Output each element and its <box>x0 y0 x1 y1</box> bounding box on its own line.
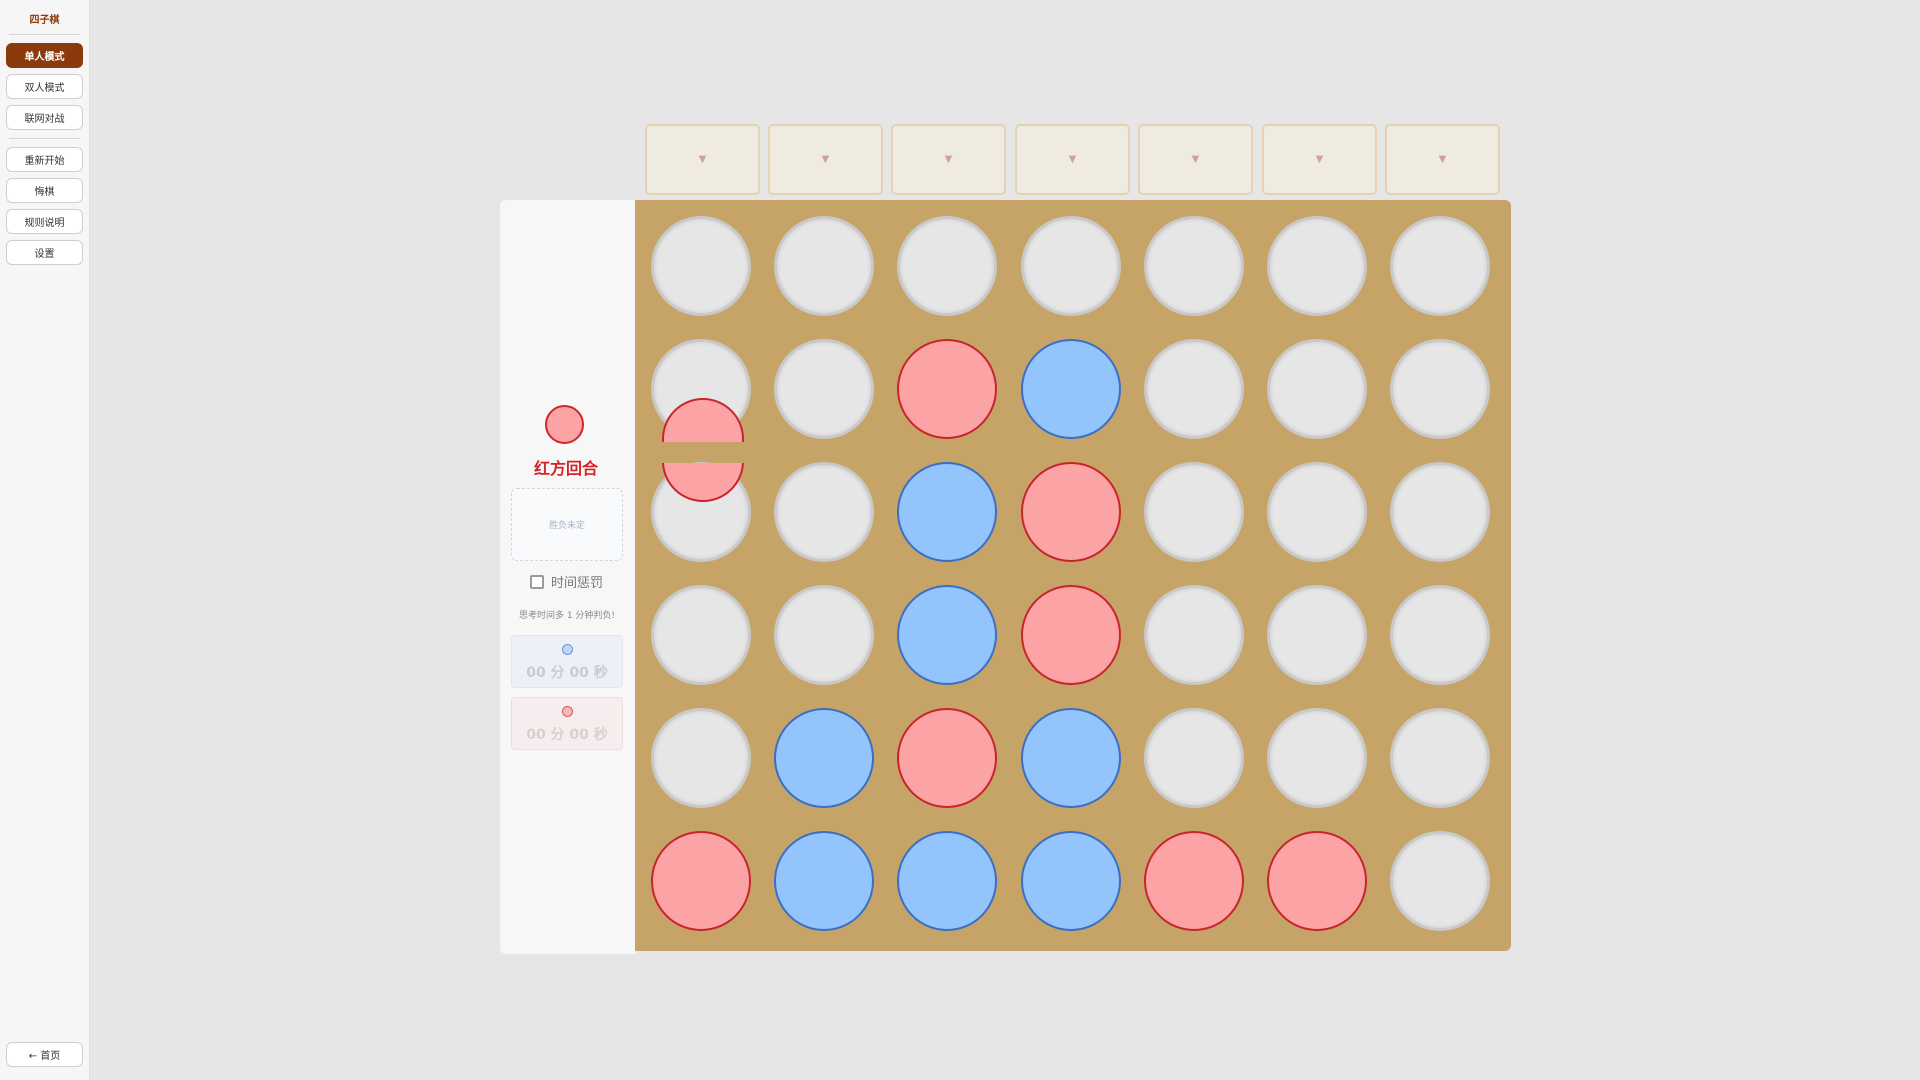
board-cell-r4-c2-empty[interactable] <box>774 585 874 685</box>
game-result-text: 胜负未定 <box>548 521 585 531</box>
board-cell-r6-c3-blue-disc[interactable] <box>897 831 997 931</box>
single-player-mode-button[interactable]: 单人模式 <box>6 43 83 68</box>
drop-column-6-button[interactable]: ▼ <box>1262 124 1377 195</box>
board-cell-r5-c4-blue-disc[interactable] <box>1021 708 1121 808</box>
blue-player-dot <box>562 644 573 655</box>
drop-column-7-button[interactable]: ▼ <box>1385 124 1500 195</box>
board-cell-r4-c1-empty[interactable] <box>651 585 751 685</box>
board-cell-r1-c6-empty[interactable] <box>1267 216 1367 316</box>
blue-player-time: 00 分 00 秒 <box>526 665 608 681</box>
board-cell-r1-c3-empty[interactable] <box>897 216 997 316</box>
turn-indicator-label: 红方回合 <box>533 459 598 478</box>
board-cell-r6-c2-blue-disc[interactable] <box>774 831 874 931</box>
red-player-time: 00 分 00 秒 <box>526 727 608 743</box>
board-cell-r4-c5-empty[interactable] <box>1144 585 1244 685</box>
board-cell-r3-c6-empty[interactable] <box>1267 462 1367 562</box>
home-button[interactable]: ← 首页 <box>6 1042 83 1067</box>
chevron-down-icon: ▼ <box>698 153 707 165</box>
online-battle-button[interactable]: 联网对战 <box>6 105 83 130</box>
board-cell-r4-c3-blue-disc[interactable] <box>897 585 997 685</box>
chevron-down-icon: ▼ <box>1315 153 1324 165</box>
two-player-mode-button[interactable]: 双人模式 <box>6 74 83 99</box>
time-penalty-checkbox[interactable] <box>530 574 544 589</box>
board-cell-r5-c5-empty[interactable] <box>1144 708 1244 808</box>
board-cell-r3-c2-empty[interactable] <box>774 462 874 562</box>
board-cell-r5-c6-empty[interactable] <box>1267 708 1367 808</box>
board-cell-r6-c4-blue-disc[interactable] <box>1021 831 1121 931</box>
time-penalty-label: 时间惩罚 <box>551 576 604 591</box>
chevron-down-icon: ▼ <box>821 153 830 165</box>
game-board <box>635 200 1511 951</box>
board-cell-r1-c1-empty[interactable] <box>651 216 751 316</box>
app-title: 四子棋 <box>29 15 60 26</box>
sidebar-divider <box>9 34 80 35</box>
board-cell-r2-c3-red-disc[interactable] <box>897 339 997 439</box>
time-penalty-toggle[interactable]: 时间惩罚 <box>530 572 603 591</box>
drop-column-3-button[interactable]: ▼ <box>891 124 1006 195</box>
board-cell-r5-c3-red-disc[interactable] <box>897 708 997 808</box>
board-cell-r6-c7-empty[interactable] <box>1390 831 1490 931</box>
restart-button[interactable]: 重新开始 <box>6 147 83 172</box>
status-panel: 红方回合 胜负未定 时间惩罚 思考时间多 1 分钟判负! 00 分 00 秒 0… <box>500 200 636 954</box>
chevron-down-icon: ▼ <box>944 153 953 165</box>
blue-player-clock: 00 分 00 秒 <box>511 635 623 688</box>
rules-button[interactable]: 规则说明 <box>6 209 83 234</box>
undo-button[interactable]: 悔棋 <box>6 178 83 203</box>
board-cell-r2-c5-empty[interactable] <box>1144 339 1244 439</box>
sidebar-divider <box>9 138 80 139</box>
board-cell-r1-c2-empty[interactable] <box>774 216 874 316</box>
board-cell-r3-c5-empty[interactable] <box>1144 462 1244 562</box>
board-cell-r3-c7-empty[interactable] <box>1390 462 1490 562</box>
drop-column-4-button[interactable]: ▼ <box>1015 124 1130 195</box>
board-cell-r2-c4-blue-disc[interactable] <box>1021 339 1121 439</box>
chevron-down-icon: ▼ <box>1191 153 1200 165</box>
board-cell-r3-c4-red-disc[interactable] <box>1021 462 1121 562</box>
board-cell-r6-c5-red-disc[interactable] <box>1144 831 1244 931</box>
chevron-down-icon: ▼ <box>1068 153 1077 165</box>
board-cell-r2-c2-empty[interactable] <box>774 339 874 439</box>
settings-button[interactable]: 设置 <box>6 240 83 265</box>
board-cell-r4-c6-empty[interactable] <box>1267 585 1367 685</box>
board-cell-r1-c5-empty[interactable] <box>1144 216 1244 316</box>
drop-column-1-button[interactable]: ▼ <box>645 124 760 195</box>
drop-column-2-button[interactable]: ▼ <box>768 124 883 195</box>
chevron-down-icon: ▼ <box>1438 153 1447 165</box>
board-cell-r5-c2-blue-disc[interactable] <box>774 708 874 808</box>
board-cell-r4-c4-red-disc[interactable] <box>1021 585 1121 685</box>
drop-column-5-button[interactable]: ▼ <box>1138 124 1253 195</box>
board-cell-r5-c1-empty[interactable] <box>651 708 751 808</box>
board-cell-r5-c7-empty[interactable] <box>1390 708 1490 808</box>
board-cell-r6-c6-red-disc[interactable] <box>1267 831 1367 931</box>
board-cell-r2-c6-empty[interactable] <box>1267 339 1367 439</box>
sidebar: 四子棋 单人模式 双人模式 联网对战 重新开始 悔棋 规则说明 设置 ← 首页 <box>0 0 90 1080</box>
board-cell-r1-c4-empty[interactable] <box>1021 216 1121 316</box>
board-cell-r1-c7-empty[interactable] <box>1390 216 1490 316</box>
red-player-dot <box>562 706 573 717</box>
board-cell-r2-c7-empty[interactable] <box>1390 339 1490 439</box>
board-cell-r6-c1-red-disc[interactable] <box>651 831 751 931</box>
board-cell-r3-c3-blue-disc[interactable] <box>897 462 997 562</box>
game-result-box: 胜负未定 <box>511 488 623 561</box>
red-player-clock: 00 分 00 秒 <box>511 697 623 750</box>
board-cell-r4-c7-empty[interactable] <box>1390 585 1490 685</box>
falling-disc-top-half <box>660 398 746 442</box>
current-turn-disc <box>545 405 584 444</box>
falling-disc-bottom-half <box>660 463 746 502</box>
time-penalty-note: 思考时间多 1 分钟判负! <box>518 611 616 621</box>
